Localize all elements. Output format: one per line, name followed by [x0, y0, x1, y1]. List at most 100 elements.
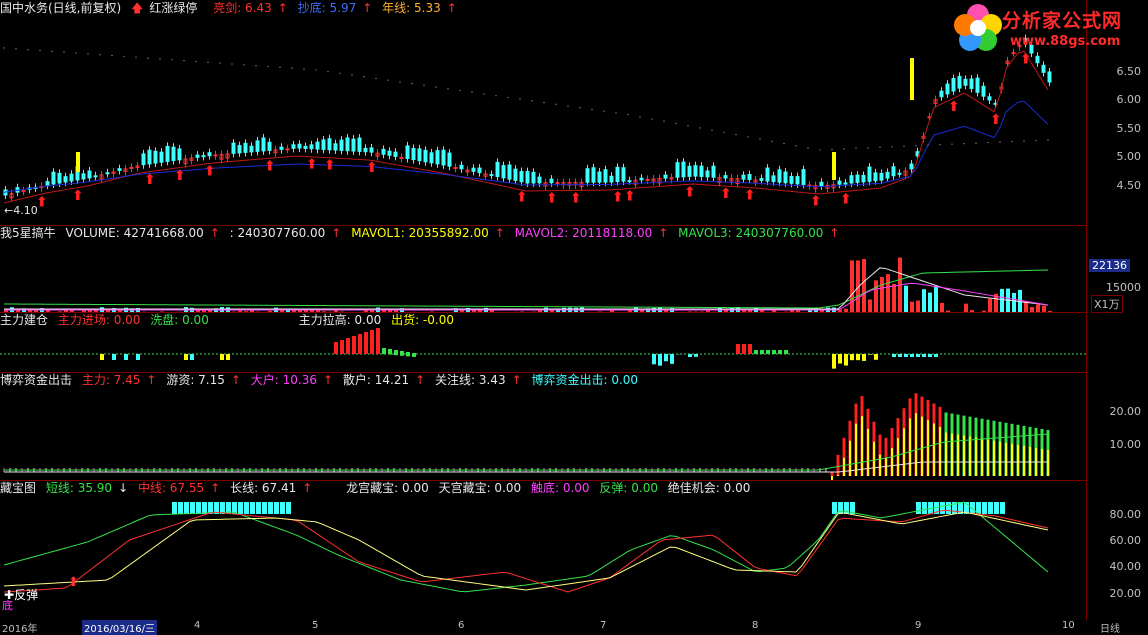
zhuli-bar — [112, 354, 116, 360]
candle-body — [70, 174, 73, 181]
candle-body — [472, 168, 475, 171]
year-dot — [387, 79, 388, 80]
candle-body — [724, 176, 727, 178]
signal-bar — [910, 58, 914, 100]
flower-logo-icon — [950, 0, 1006, 56]
candle-body — [844, 183, 847, 184]
cangbao-fill — [946, 502, 951, 514]
volume-bar — [940, 303, 944, 312]
candle-body — [946, 84, 949, 94]
volume-bar — [880, 277, 884, 312]
candle-body — [418, 149, 421, 161]
year-dot — [711, 129, 712, 130]
candle-body — [868, 167, 871, 181]
candle-body — [478, 168, 481, 173]
year-dot — [459, 90, 460, 91]
candle-body — [436, 151, 439, 164]
year-dot — [591, 109, 592, 110]
year-dot — [375, 78, 376, 79]
year-dot — [243, 64, 244, 65]
price-tick: 5.50 — [1117, 122, 1142, 135]
cangbao-chart[interactable]: ⬆ — [0, 480, 1086, 620]
candle-body — [766, 168, 769, 181]
volume-panel[interactable]: 我5星搞牛 VOLUME: 42741668.00↑ : 240307760.0… — [0, 225, 1086, 313]
volume-bar — [1012, 293, 1016, 312]
cangbao-panel[interactable]: 藏宝图 短线: 35.90↓ 中线: 67.55↑ 长线: 67.41↑ 龙宫藏… — [0, 480, 1086, 620]
candle-body — [850, 176, 853, 183]
boyi-chart[interactable] — [0, 372, 1086, 480]
candle-body — [496, 162, 499, 176]
signal-bar — [76, 152, 80, 172]
zhuli-chart[interactable] — [0, 312, 1086, 372]
candle-body — [760, 178, 763, 180]
date-selected[interactable]: 2016/03/16/三 — [82, 620, 157, 635]
year-dot — [1011, 141, 1012, 142]
candle-body — [940, 91, 943, 97]
year-dot — [495, 95, 496, 96]
zhuli-panel[interactable]: 主力建仓 主力进场: 0.00 洗盘: 0.00 主力拉高: 0.00 出货: … — [0, 312, 1086, 373]
up-arrow-icon: ⬆ — [68, 575, 79, 590]
date-right-label: 日线 — [1100, 620, 1120, 635]
candle-body — [178, 149, 181, 160]
buy-arrow-icon: ⬆ — [624, 189, 636, 205]
year-dot — [3, 47, 4, 48]
volume-chart[interactable] — [0, 225, 1086, 312]
candle-body — [676, 163, 679, 178]
zhuli-bar — [220, 354, 224, 360]
candle-body — [988, 97, 991, 100]
candle-body — [976, 78, 979, 92]
year-dot — [639, 116, 640, 117]
candle-body — [910, 164, 913, 169]
candle-body — [286, 149, 289, 150]
candle-body — [148, 150, 151, 164]
candle-body — [892, 167, 895, 176]
boyi-panel[interactable]: 博弈资金出击 主力: 7.45↑ 游资: 7.15↑ 大户: 10.36↑ 散户… — [0, 372, 1086, 481]
zhuli-bar — [652, 354, 656, 364]
year-dot — [831, 149, 832, 150]
volume-bar — [1000, 289, 1004, 312]
year-dot — [663, 121, 664, 122]
candle-body — [250, 146, 253, 152]
candle-body — [82, 174, 85, 179]
year-dot — [687, 125, 688, 126]
year-dot — [975, 142, 976, 143]
year-dot — [999, 141, 1000, 142]
year-dot — [255, 65, 256, 66]
candle-body — [742, 175, 745, 179]
zhuli-bar — [358, 334, 362, 354]
price-tick: 6.50 — [1117, 65, 1142, 78]
price-panel[interactable]: 国中水务(日线,前复权) 🡅红涨绿停 亮剑: 6.43↑ 抄底: 5.97↑ 年… — [0, 0, 1086, 226]
year-dot — [123, 56, 124, 57]
candle-body — [280, 147, 283, 149]
candle-body — [898, 173, 901, 174]
buy-arrow-icon: ⬆ — [570, 190, 582, 206]
volume-bar — [922, 289, 926, 312]
candle-body — [628, 181, 631, 182]
zhuli-bar — [868, 354, 872, 355]
candle-body — [268, 142, 271, 150]
candle-body — [688, 166, 691, 176]
zhuli-bar — [844, 354, 848, 366]
candle-body — [448, 153, 451, 166]
candle-body — [964, 79, 967, 85]
candle-body — [592, 168, 595, 182]
year-dot — [555, 104, 556, 105]
cangbao-tick: 80.00 — [1110, 508, 1142, 521]
zhuli-bar — [850, 354, 854, 360]
zhuli-bar — [898, 354, 902, 357]
candle-body — [874, 173, 877, 181]
zhuli-bar — [190, 354, 194, 360]
price-tick: 5.00 — [1117, 150, 1142, 163]
year-dot — [903, 146, 904, 147]
year-dot — [435, 86, 436, 87]
year-dot — [447, 88, 448, 89]
price-chart[interactable]: ⬆⬆⬆⬆⬆⬆⬆⬆⬆⬆⬆⬆⬆⬆⬆⬆⬆⬆⬆⬆⬆⬆ — [0, 0, 1086, 225]
candle-body — [130, 167, 133, 168]
volume-bar — [904, 286, 908, 312]
candle-body — [880, 173, 883, 180]
zhuli-bar — [370, 330, 374, 354]
zhuli-bar — [658, 354, 662, 366]
candle-body — [970, 79, 973, 89]
volume-bar — [928, 293, 932, 312]
logo-title: 分析家公式网 — [1002, 6, 1122, 33]
